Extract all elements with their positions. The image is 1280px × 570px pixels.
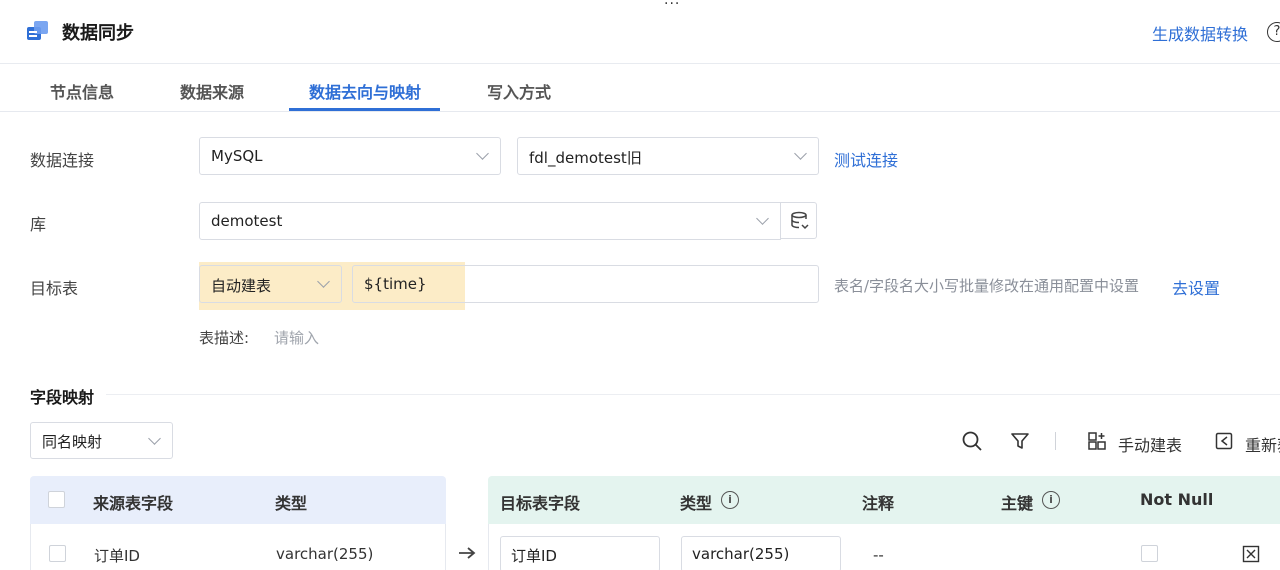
go-settings-link[interactable]: 去设置 xyxy=(1172,275,1220,299)
not-null-checkbox[interactable] xyxy=(1141,545,1158,562)
table-row: 订单ID varchar(255) xyxy=(30,524,446,570)
description-input[interactable]: 请输入 xyxy=(274,327,319,348)
not-null-header: Not Null xyxy=(1140,490,1214,509)
chevron-down-icon xyxy=(317,275,330,288)
info-icon[interactable]: i xyxy=(721,491,739,509)
field-mapping-title: 字段映射 xyxy=(30,388,95,407)
filter-icon[interactable] xyxy=(1010,431,1030,451)
refresh-icon[interactable] xyxy=(1214,431,1234,451)
mapping-mode-select[interactable]: 同名映射 xyxy=(30,422,173,459)
target-table-label: 目标表 xyxy=(30,279,79,298)
target-field-header: 目标表字段 xyxy=(500,494,581,513)
mapping-mode-value: 同名映射 xyxy=(42,433,103,451)
refresh-fields-button[interactable]: 重新获 xyxy=(1245,432,1280,456)
database-browse-button[interactable] xyxy=(780,202,817,239)
table-add-icon[interactable] xyxy=(1087,431,1107,451)
chevron-down-icon xyxy=(794,147,807,160)
target-type-input[interactable]: varchar(255) xyxy=(681,536,841,570)
primary-key-header: 主键 xyxy=(1001,494,1034,513)
database-icon xyxy=(791,211,809,230)
active-tab-indicator xyxy=(289,108,440,111)
table-name-input[interactable]: ${time} xyxy=(352,265,819,303)
test-connection-link[interactable]: 测试连接 xyxy=(834,147,898,171)
search-icon[interactable] xyxy=(961,430,983,452)
connection-label: 数据连接 xyxy=(30,151,95,170)
comment-header: 注释 xyxy=(862,494,895,513)
delete-icon[interactable] xyxy=(1242,545,1260,563)
source-field-cell: 订单ID xyxy=(94,547,140,565)
info-icon[interactable]: i xyxy=(1042,491,1060,509)
source-type-header: 类型 xyxy=(275,494,308,513)
database-select[interactable]: demotest xyxy=(199,202,781,240)
connection-type-select[interactable]: MySQL xyxy=(199,137,501,175)
row-checkbox[interactable] xyxy=(49,545,66,562)
table-mode-value: 自动建表 xyxy=(211,277,272,295)
tab-data-source[interactable]: 数据来源 xyxy=(180,79,244,103)
chevron-down-icon xyxy=(756,212,769,225)
target-table-header: 目标表字段 类型 i 注释 主键 i Not Null xyxy=(488,476,1280,524)
chevron-down-icon xyxy=(148,432,161,445)
table-mode-select[interactable]: 自动建表 xyxy=(199,265,342,303)
table-row: 订单ID varchar(255) -- xyxy=(488,524,1280,570)
connection-select[interactable]: fdl_demotest旧 xyxy=(517,137,819,175)
database-label: 库 xyxy=(30,215,47,234)
target-field-input[interactable]: 订单ID xyxy=(500,536,660,570)
connection-value: fdl_demotest旧 xyxy=(529,149,642,167)
description-label: 表描述: xyxy=(199,329,250,347)
case-setting-hint: 表名/字段名大小写批量修改在通用配置中设置 xyxy=(834,277,1140,295)
source-type-cell: varchar(255) xyxy=(276,545,374,563)
database-value: demotest xyxy=(211,212,283,230)
comment-cell[interactable]: -- xyxy=(873,546,884,564)
source-field-header: 来源表字段 xyxy=(93,494,174,513)
page-header: 数据同步 生成数据转换 ? xyxy=(0,0,1280,64)
data-sync-icon xyxy=(27,21,48,40)
tab-destination-mapping[interactable]: 数据去向与映射 xyxy=(309,79,421,103)
generate-transform-link[interactable]: 生成数据转换 xyxy=(1152,21,1248,45)
page-title: 数据同步 xyxy=(62,23,134,44)
target-field-value: 订单ID xyxy=(511,547,557,565)
tab-bar: 节点信息 数据来源 数据去向与映射 写入方式 xyxy=(0,64,1280,112)
select-all-checkbox[interactable] xyxy=(48,491,65,508)
chevron-down-icon xyxy=(476,147,489,160)
arrow-right-icon xyxy=(459,547,476,559)
target-type-value: varchar(255) xyxy=(692,545,790,563)
manual-create-button[interactable]: 手动建表 xyxy=(1118,432,1182,456)
section-divider xyxy=(106,394,1280,395)
source-table-header: 来源表字段 类型 xyxy=(30,476,446,524)
connection-type-value: MySQL xyxy=(211,147,263,165)
toolbar-divider xyxy=(1055,432,1056,450)
tab-node-info[interactable]: 节点信息 xyxy=(50,79,114,103)
target-type-header: 类型 xyxy=(680,494,713,513)
help-icon[interactable]: ? xyxy=(1267,22,1280,42)
table-name-value: ${time} xyxy=(364,275,427,293)
tab-write-mode[interactable]: 写入方式 xyxy=(487,79,551,103)
